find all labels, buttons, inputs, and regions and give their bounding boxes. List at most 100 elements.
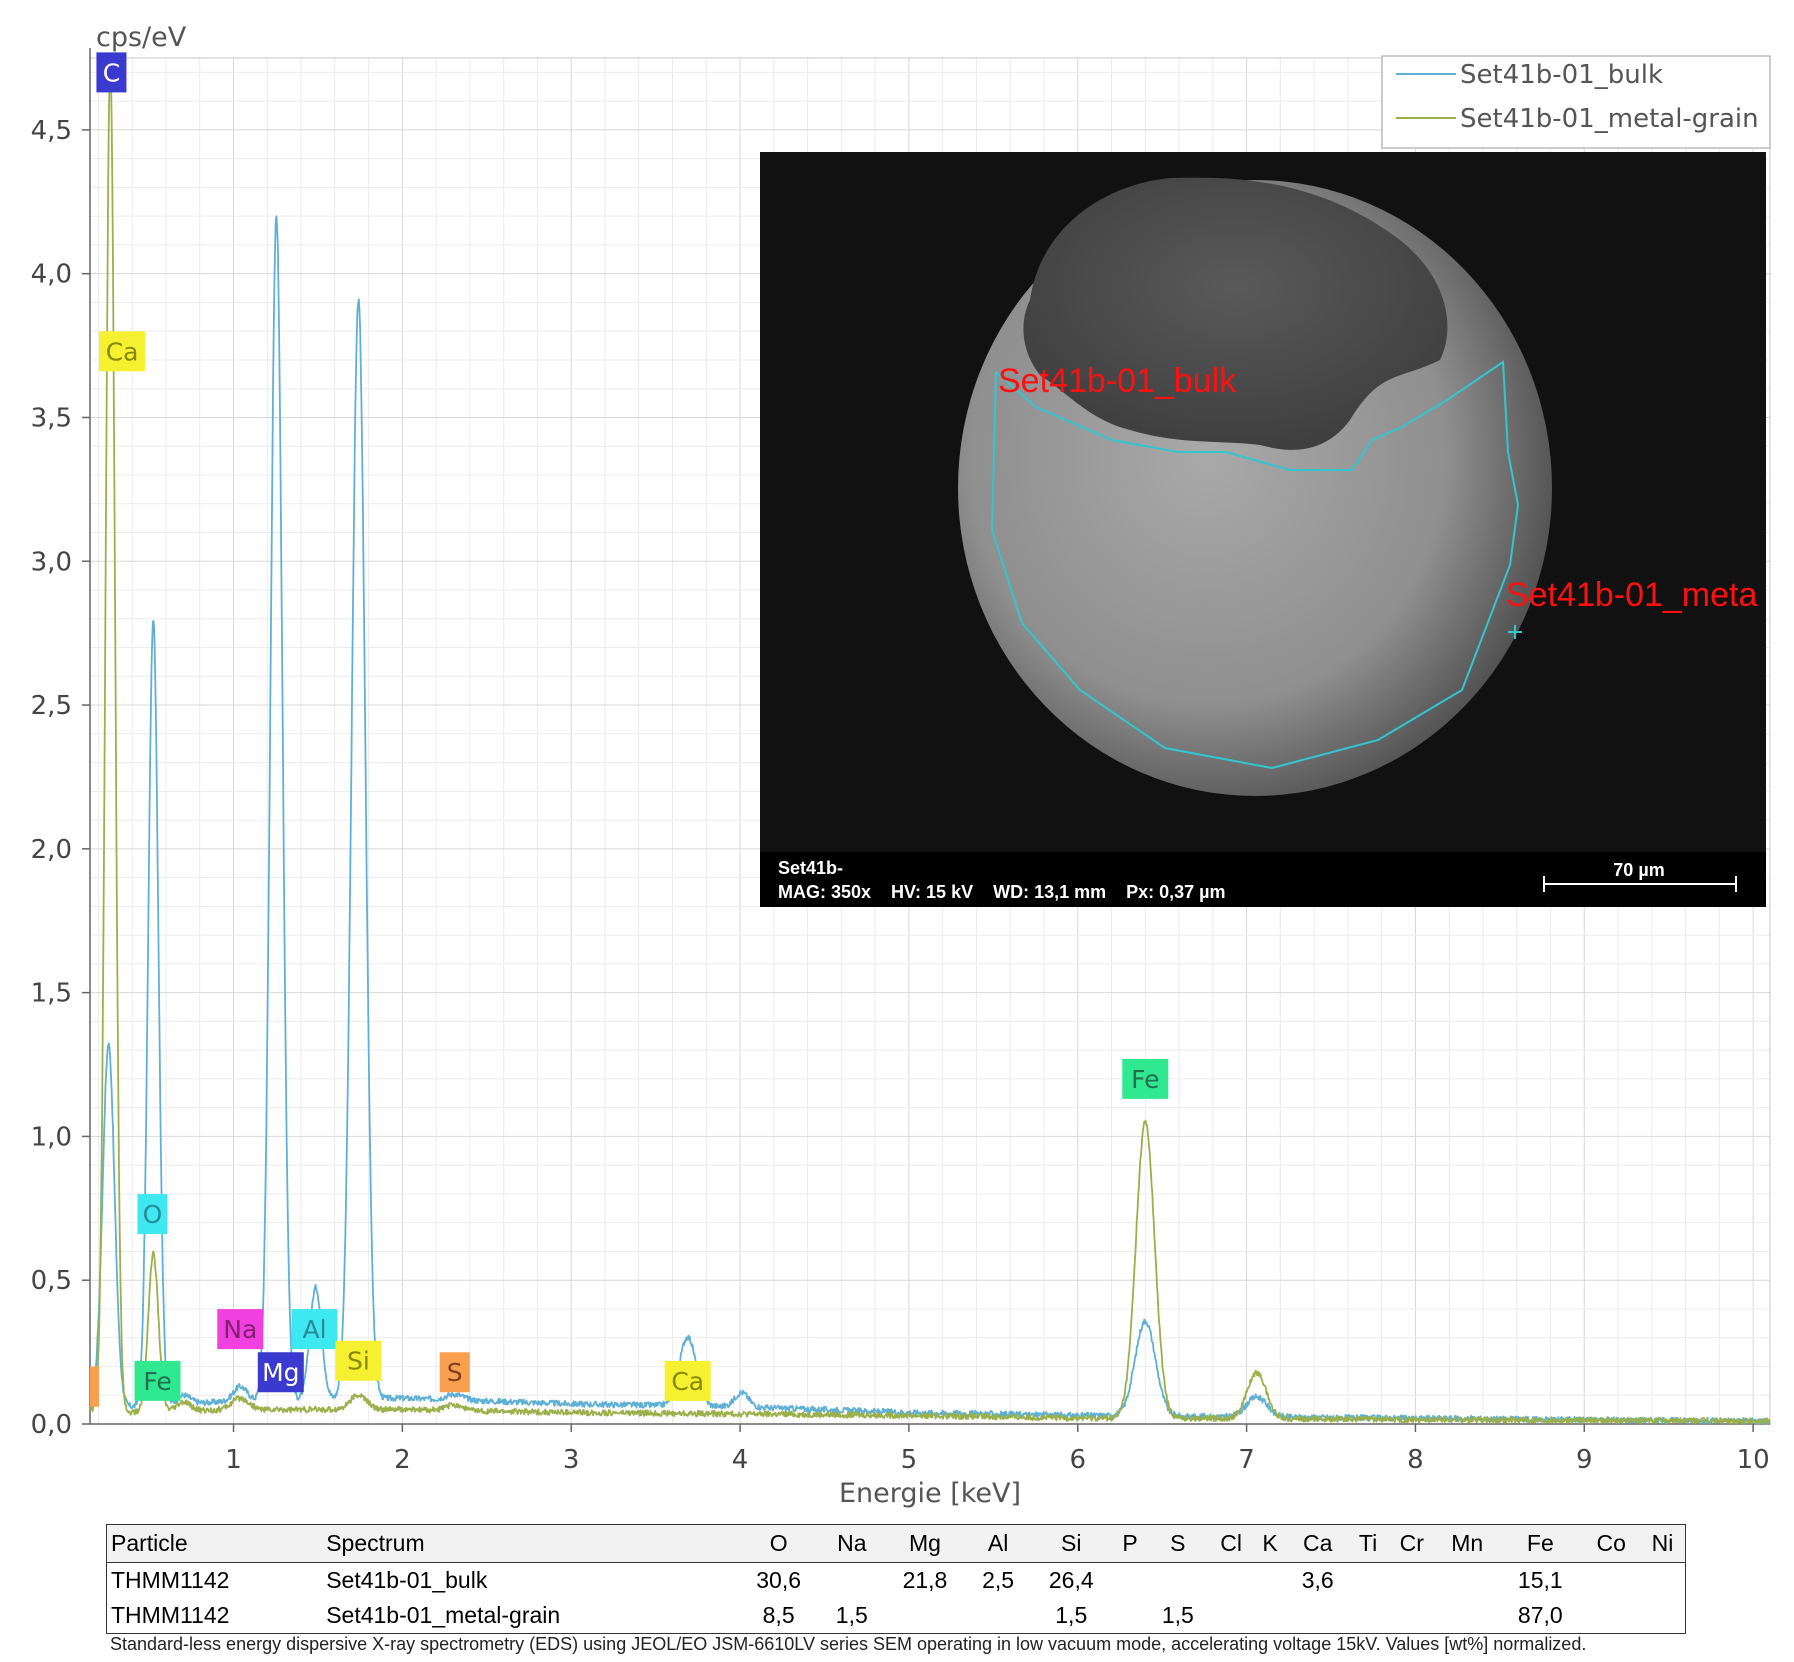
table-row: THMM1142 Set41b-01_metal-grain 8,5 1,5 1,5 1,…: [106, 1598, 1686, 1634]
x-axis-title: Energie [keV]: [839, 1478, 1021, 1509]
table-header-cell: Na: [820, 1524, 883, 1563]
table-cell: 8,5: [736, 1598, 821, 1634]
table-header-cell: S: [1146, 1524, 1209, 1563]
table-cell: 26,4: [1048, 1567, 1094, 1593]
table-header-cell: Spectrum: [322, 1524, 737, 1563]
table-header-row: Particle Spectrum O Na Mg Al Si P S Cl K Ca Ti Cr Mn Fe…: [106, 1524, 1686, 1563]
table-cell: THMM1142: [106, 1598, 323, 1634]
y-tick-label: 4,0: [31, 260, 72, 290]
x-tick-label: 1: [225, 1445, 242, 1475]
table-header-cell: Mg: [882, 1524, 968, 1563]
table-cell: THMM1142: [111, 1567, 230, 1593]
table-header-cell: Particle: [106, 1524, 323, 1563]
legend-label-bulk: Set41b-01_bulk: [1460, 60, 1663, 90]
table-body: THMM1142 Set41b-01_bulk 30,6 21,8 2,5 26,4 3,6…: [106, 1563, 1686, 1634]
element-label-s: S: [439, 1352, 470, 1393]
x-tick-label: 9: [1576, 1445, 1593, 1475]
table-cell: [1582, 1563, 1640, 1599]
table-cell: 1,5: [1146, 1598, 1209, 1634]
element-label-ca: Ca: [99, 331, 146, 372]
sem-scale-bar-label: 70 µm: [1613, 860, 1664, 880]
y-tick-label: 2,0: [31, 835, 72, 865]
table-cell: [882, 1598, 968, 1634]
table-header-cell: K: [1253, 1524, 1287, 1563]
y-tick-label: 1,5: [31, 979, 72, 1009]
y-tick-label: 1,0: [31, 1122, 72, 1152]
table-cell: [1113, 1563, 1146, 1599]
element-label-si: Si: [335, 1340, 382, 1381]
element-label-fe: Fe: [134, 1360, 181, 1401]
table-header-cell: P: [1113, 1524, 1147, 1563]
table-cell: 1,5: [1029, 1598, 1114, 1634]
table-cell: [1286, 1598, 1349, 1634]
table-cell: [1147, 1563, 1209, 1599]
table-cell: [1640, 1598, 1686, 1634]
table-row: THMM1142 Set41b-01_bulk 30,6 21,8 2,5 26,4 3,6…: [107, 1563, 1686, 1599]
table-cell: Set41b-01_bulk: [326, 1567, 488, 1593]
element-label-text: Si: [347, 1347, 370, 1376]
table-cell: [967, 1598, 1030, 1634]
table-cell: [1582, 1598, 1641, 1634]
table-cell: [1209, 1563, 1253, 1599]
table-cell: [821, 1563, 883, 1599]
table-header-cell: Ca: [1286, 1524, 1349, 1563]
table-cell: [1436, 1563, 1498, 1599]
element-label-text: Na: [223, 1315, 257, 1344]
y-tick-label: 0,5: [31, 1266, 72, 1296]
x-tick-label: 2: [394, 1445, 411, 1475]
x-tick-label: 5: [901, 1445, 918, 1475]
y-tick-label: 3,5: [31, 403, 72, 433]
table-header-cell: Cr: [1387, 1524, 1437, 1563]
eds-spectrum-chart: 0,0 0,5 1,0 1,5 2,0 2,5 3,0 3,5 4,0 4,5 1 2 3 4 5 6 7 8 9 1…: [31, 22, 1771, 1509]
x-tick-label: 8: [1407, 1445, 1424, 1475]
sem-info-line1: Set41b-: [778, 858, 843, 878]
x-tick-label: 4: [732, 1445, 749, 1475]
x-tick-label: 6: [1069, 1445, 1086, 1475]
table-cell: [1349, 1563, 1388, 1599]
element-label-text: Ca: [671, 1367, 704, 1396]
composition-table: Particle Spectrum O Na Mg Al Si P S Cl K Ca Ti Cr Mn Fe…: [106, 1524, 1686, 1634]
table-cell: Set41b-01_metal-grain: [322, 1598, 737, 1634]
table-cell: 30,6: [756, 1567, 802, 1593]
table-header-cell: Mn: [1436, 1524, 1499, 1563]
table-cell: [1113, 1598, 1147, 1634]
element-label-c: C: [96, 52, 127, 93]
element-label-text: Fe: [1131, 1065, 1159, 1094]
element-label-mg: Mg: [257, 1352, 304, 1393]
y-tick-label: 0,0: [31, 1410, 72, 1440]
element-label-na: Na: [217, 1309, 264, 1350]
element-label-fe: Fe: [1122, 1058, 1169, 1099]
element-label-text: S: [447, 1358, 463, 1387]
element-label-text: Ca: [106, 337, 139, 366]
x-tick-label: 10: [1737, 1445, 1770, 1475]
table-cell: 1,5: [820, 1598, 883, 1634]
sem-info-line2: MAG: 350x HV: 15 kV WD: 13,1 mm Px: 0,37…: [778, 882, 1226, 902]
table-cell: [1253, 1598, 1287, 1634]
x-tick-label: 3: [563, 1445, 580, 1475]
table-header-cell: Ti: [1348, 1524, 1388, 1563]
table-cell: 3,6: [1301, 1567, 1334, 1593]
y-axis-title: cps/eV: [96, 22, 187, 53]
table-cell: [1253, 1563, 1286, 1599]
table-cell: [1640, 1563, 1685, 1599]
table-header-cell: Cl: [1208, 1524, 1254, 1563]
element-label-text: Al: [303, 1315, 327, 1344]
sem-annotation-bulk: Set41b-01_bulk: [998, 362, 1237, 400]
composition-table-wrapper: Particle Spectrum O Na Mg Al Si P S Cl K Ca Ti Cr Mn Fe…: [106, 1524, 1686, 1634]
table-cell: [1436, 1598, 1499, 1634]
edge-marker: [90, 1366, 99, 1407]
y-tick-label: 2,5: [31, 691, 72, 721]
table-header-cell: Ni: [1640, 1524, 1686, 1563]
table-cell: [1387, 1563, 1436, 1599]
y-tick-label: 4,5: [31, 116, 72, 146]
element-label-text: O: [143, 1200, 163, 1229]
legend-label-metal-grain: Set41b-01_metal-grain: [1460, 104, 1759, 134]
table-cell: [1387, 1598, 1437, 1634]
element-label-o: O: [137, 1194, 168, 1235]
table-header-cell: Al: [967, 1524, 1030, 1563]
table-cell: [1208, 1598, 1254, 1634]
element-label-al: Al: [291, 1309, 338, 1350]
sem-annotation-metal-grain: Set41b-01_meta: [1506, 576, 1757, 614]
table-cell: 21,8: [902, 1567, 948, 1593]
table-cell: 87,0: [1498, 1598, 1583, 1634]
